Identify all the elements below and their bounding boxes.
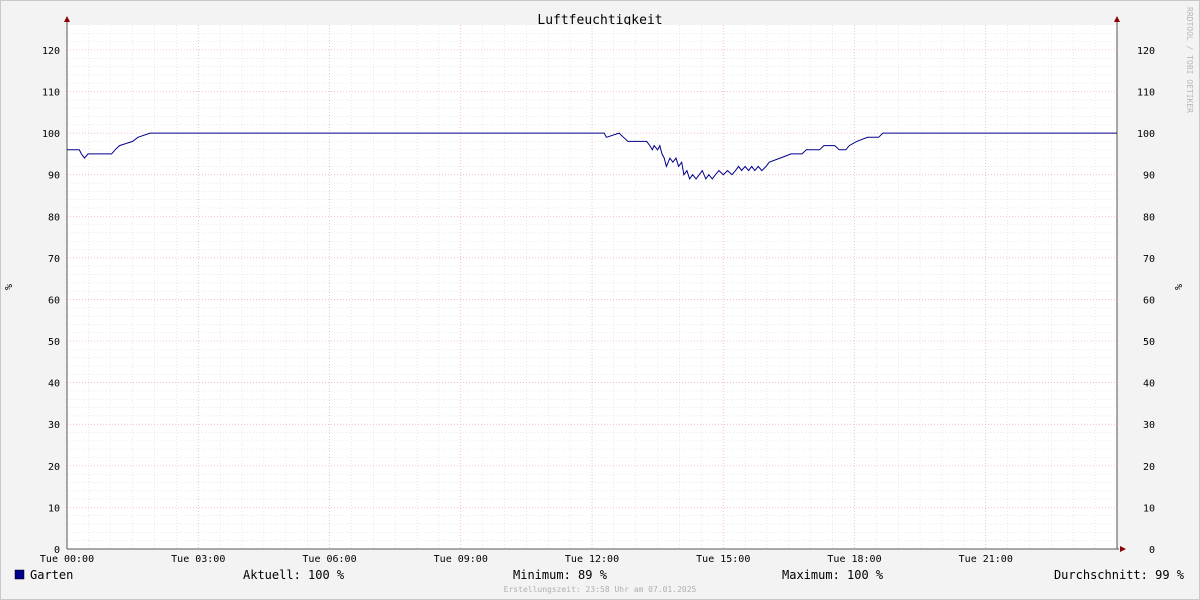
y-tick-label-right: 100 [1137,129,1155,140]
y-tick-label-left: 110 [42,88,60,99]
y-tick-label-left: 60 [48,295,60,306]
legend-minimum: Minimum: 89 % [513,568,608,582]
x-tick-label: Tue 12:00 [565,554,619,565]
y-tick-label-left: 80 [48,212,60,223]
y-tick-label-right: 80 [1143,212,1155,223]
x-tick-label: Tue 15:00 [696,554,750,565]
y-tick-label-right: 40 [1143,379,1155,390]
legend-series-name: Garten [30,568,73,582]
y-tick-label-right: 0 [1149,545,1155,556]
legend-average: Durchschnitt: 99 % [1054,568,1185,582]
y-tick-label-right: 90 [1143,171,1155,182]
legend-swatch-garten [14,569,25,580]
legend-current: Aktuell: 100 % [243,568,345,582]
x-tick-label: Tue 06:00 [302,554,356,565]
y-axis-label-right: % [1174,284,1185,290]
y-tick-label-left: 40 [48,379,60,390]
y-tick-label-left: 20 [48,462,60,473]
x-tick-label: Tue 09:00 [434,554,488,565]
y-tick-label-right: 110 [1137,88,1155,99]
y-tick-label-left: 70 [48,254,60,265]
grid [67,25,1117,549]
y-tick-label-right: 30 [1143,420,1155,431]
y-tick-label-left: 50 [48,337,60,348]
x-tick-label: Tue 21:00 [959,554,1013,565]
y-tick-label-right: 20 [1143,462,1155,473]
y-tick-label-right: 60 [1143,295,1155,306]
y-tick-label-right: 120 [1137,46,1155,57]
y-axis-right-arrow [1114,16,1120,22]
legend-maximum: Maximum: 100 % [782,568,884,582]
x-tick-label: Tue 18:00 [827,554,881,565]
y-tick-label-left: 100 [42,129,60,140]
y-axis-left-arrow [64,16,70,22]
y-tick-label-left: 10 [48,503,60,514]
y-tick-label-right: 70 [1143,254,1155,265]
x-tick-label: Tue 03:00 [171,554,225,565]
y-tick-label-left: 30 [48,420,60,431]
chart-svg: Luftfeuchtigkeit % % RRDTOOL / TOBI OETI… [4,7,1194,594]
y-tick-label-right: 10 [1143,503,1155,514]
x-tick-label: Tue 00:00 [40,554,94,565]
creation-time: Erstellungszeit: 23:58 Uhr am 07.01.2025 [504,585,697,594]
y-axis-label-left: % [4,284,15,290]
y-tick-label-left: 90 [48,171,60,182]
x-axis-arrow [1120,546,1126,552]
y-tick-label-left: 120 [42,46,60,57]
y-tick-label-right: 50 [1143,337,1155,348]
watermark: RRDTOOL / TOBI OETIKER [1185,7,1194,113]
